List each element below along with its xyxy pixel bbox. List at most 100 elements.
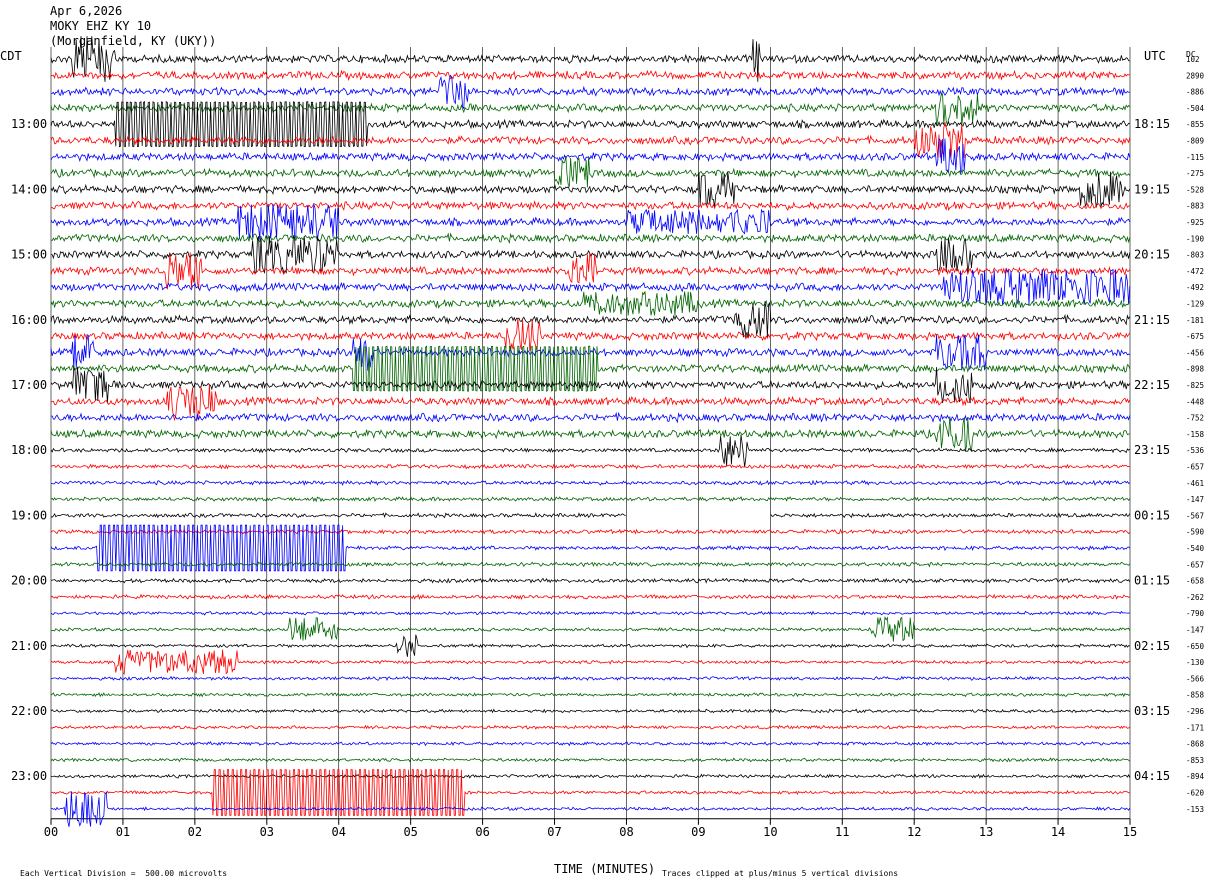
left-hour-label: 17:00: [11, 378, 47, 392]
left-hour-label: 15:00: [11, 248, 47, 262]
x-tick-label: 11: [835, 825, 849, 839]
trace-line: [50, 69, 1130, 82]
dc-offset-label: -752: [1186, 414, 1204, 423]
dc-offset-label: -650: [1186, 642, 1205, 651]
right-hour-label: 21:15: [1134, 313, 1170, 327]
dc-offset-label: -566: [1186, 674, 1205, 683]
x-tick-label: 01: [116, 825, 130, 839]
trace-line: [50, 708, 1131, 714]
dc-offset-label: -456: [1186, 348, 1205, 357]
right-hour-label: 00:15: [1134, 508, 1170, 522]
dc-offset-label: -158: [1186, 430, 1205, 439]
left-hour-label: 14:00: [11, 182, 47, 196]
trace-line: [50, 649, 1131, 675]
right-hour-label: 01:15: [1134, 574, 1170, 588]
x-tick-label: 13: [979, 825, 993, 839]
trace-line: [50, 692, 1131, 698]
left-hour-label: 22:00: [11, 704, 47, 718]
trace-line: [50, 528, 1131, 535]
right-hour-label: 20:15: [1134, 248, 1170, 262]
trace-line: [50, 724, 1131, 730]
trace-line: [50, 675, 1131, 681]
trace-line: [50, 463, 1130, 470]
seismic-traces: [50, 36, 1131, 827]
x-tick-label: 12: [907, 825, 921, 839]
right-hour-label: 23:15: [1134, 443, 1170, 457]
trace-line: [50, 791, 1131, 827]
x-tick-label: 04: [332, 825, 346, 839]
left-hour-label: 23:00: [11, 769, 47, 783]
dc-offset-label: -181: [1186, 316, 1204, 325]
trace-line: [50, 634, 1130, 657]
left-hour-label: 16:00: [11, 313, 47, 327]
x-tick-label: 02: [188, 825, 202, 839]
dc-offset-label: -790: [1186, 609, 1205, 618]
dc-offset-label: -129: [1186, 300, 1204, 309]
trace-line: [50, 291, 1131, 316]
trace-line: [50, 479, 1131, 486]
x-axis-label: TIME (MINUTES): [554, 862, 656, 876]
trace-line: [50, 171, 1131, 208]
dc-offset-label: -657: [1186, 560, 1204, 569]
dc-offset-label: -858: [1186, 691, 1205, 700]
right-hour-label: 04:15: [1134, 769, 1170, 783]
dc-offset-label: -448: [1186, 397, 1205, 406]
trace-line: [50, 773, 1131, 779]
dc-offset-label: -275: [1186, 169, 1204, 178]
dc-offset-label: -620: [1186, 789, 1205, 798]
dc-offset-label: -894: [1186, 772, 1205, 781]
trace-line: [50, 616, 1131, 642]
dc-offset-label: 2890: [1186, 71, 1205, 80]
dc-offset-label: -567: [1186, 511, 1204, 520]
dc-offset-label: -540: [1186, 544, 1205, 553]
dc-offset-label: -825: [1186, 381, 1204, 390]
trace-line: [50, 301, 1131, 339]
dc-offset-label: -147: [1186, 495, 1204, 504]
dc-offset-label: -190: [1186, 234, 1205, 243]
dc-offset-label: -262: [1186, 593, 1204, 602]
trace-line: [50, 416, 1130, 452]
x-tick-label: 05: [403, 825, 417, 839]
x-tick-label: 10: [763, 825, 777, 839]
x-tick-label: 00: [44, 825, 58, 839]
helicorder-plot: 00 01 02 03 04 05 06 07 08 09 10 11 12 13 14 15 13:00 14:…: [11, 36, 1205, 839]
scale-note: Each Vertical Division = 500.00 microvol…: [20, 869, 228, 878]
trace-line: [50, 757, 1131, 763]
dc-offset-label: -492: [1186, 283, 1204, 292]
dc-offset-label: -536: [1186, 446, 1205, 455]
dc-offset-label: -868: [1186, 740, 1205, 749]
dc-offset-label: -886: [1186, 88, 1205, 97]
right-hour-label: 19:15: [1134, 182, 1170, 196]
trace-line: [50, 200, 1131, 212]
trace-line: [50, 610, 1130, 616]
x-tick-label: 06: [475, 825, 489, 839]
dc-offset-label: -657: [1186, 463, 1204, 472]
x-tick-label: 08: [619, 825, 633, 839]
trace-line: [50, 434, 1131, 468]
left-hour-label: 19:00: [11, 508, 47, 522]
trace-line: [50, 203, 1131, 241]
left-hour-label: 20:00: [11, 574, 47, 588]
dc-offset-label: -898: [1186, 365, 1205, 374]
dc-offset-label: -115: [1186, 153, 1204, 162]
dc-offset-label: -675: [1186, 332, 1204, 341]
dc-offset-label: -461: [1186, 479, 1204, 488]
dc-offset-label: -153: [1186, 805, 1204, 814]
x-tick-label: 15: [1123, 825, 1137, 839]
dc-offset-label: -130: [1186, 658, 1205, 667]
dc-offset-label: -883: [1186, 202, 1204, 211]
trace-line: [50, 156, 1131, 188]
left-hour-label: 13:00: [11, 117, 47, 131]
x-tick-label: 07: [547, 825, 561, 839]
x-tick-label: 03: [260, 825, 274, 839]
trace-line: [50, 577, 1131, 584]
trace-line: [50, 593, 1131, 600]
time-grid: [50, 47, 1131, 825]
dc-offset-label: -853: [1186, 756, 1204, 765]
x-tick-label: 14: [1051, 825, 1065, 839]
trace-line: [50, 74, 1130, 110]
dc-offset-label: -171: [1186, 723, 1204, 732]
trace-line: [50, 318, 1131, 352]
right-hour-label: 03:15: [1134, 704, 1170, 718]
trace-line: [50, 740, 1131, 747]
